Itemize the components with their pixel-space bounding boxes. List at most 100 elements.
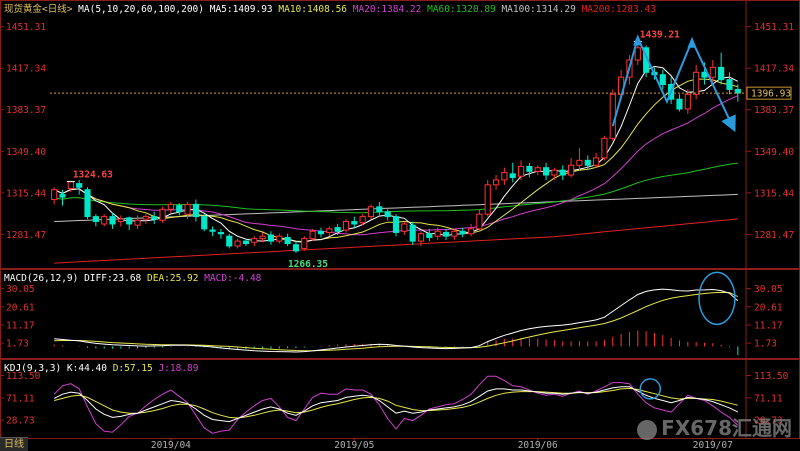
- candle-body-3: [76, 183, 83, 188]
- candle-body-39: [376, 206, 383, 213]
- candle-body-57: [526, 165, 533, 172]
- ytick-label-right-price-5: 1281.47: [754, 230, 794, 241]
- ytick-label-right-macd-3: 1.73: [754, 339, 777, 350]
- candle-body-51: [476, 213, 483, 230]
- candle-body-42: [401, 223, 408, 232]
- candle-body-19: [209, 229, 216, 232]
- ytick-label-left-kdj-2: 28.73: [6, 416, 35, 427]
- candle-body-37: [359, 216, 366, 224]
- candle-body-9: [126, 217, 133, 225]
- ytick-label-right-price-3: 1349.40: [754, 147, 794, 158]
- candle-body-31: [309, 230, 316, 240]
- ytick-label-left-macd-3: 1.73: [6, 339, 29, 350]
- candle-body-79: [709, 66, 716, 78]
- candle-body-17: [192, 203, 199, 218]
- ytick-label-left-price-0: 1451.31: [6, 22, 46, 33]
- candle-body-80: [718, 66, 725, 81]
- candle-body-59: [542, 167, 550, 176]
- ytick-label-right-price-0: 1451.31: [754, 22, 794, 33]
- ytick-label-right-price-2: 1383.37: [754, 105, 794, 116]
- candle-body-65: [593, 157, 600, 166]
- current-price-label: 1396.93: [751, 89, 791, 100]
- ytick-label-left-macd-1: 20.61: [6, 302, 35, 313]
- candle-body-12: [151, 216, 158, 220]
- candle-body-58: [534, 167, 541, 172]
- candle-body-16: [184, 203, 191, 215]
- candle-body-18: [201, 216, 208, 230]
- candle-body-24: [251, 238, 258, 243]
- candle-body-27: [276, 235, 283, 242]
- candle-body-73: [659, 74, 666, 86]
- candle-body-47: [442, 232, 450, 237]
- candle-body-56: [517, 165, 525, 177]
- macd-header: MACD(26,12,9) DIFF:23.68 DEA:25.92 MACD:…: [4, 273, 262, 284]
- macd-header-part-1: DIFF:23.68: [84, 273, 147, 284]
- xtick-label-0: 2019/04: [151, 440, 191, 451]
- annotation-1: 1266.35: [288, 259, 328, 270]
- kdj-header-part-0: KDJ(9,3,3): [4, 363, 67, 374]
- macd-header-part-0: MACD(26,12,9): [4, 273, 84, 284]
- candle-body-50: [467, 228, 475, 235]
- macd-header-part-3: MACD:-4.48: [204, 273, 261, 284]
- candle-body-1: [59, 194, 66, 198]
- candle-body-32: [317, 230, 325, 235]
- kdj-header-part-3: J:18.89: [158, 363, 198, 374]
- candle-body-63: [576, 159, 583, 166]
- candle-body-36: [351, 221, 358, 225]
- ytick-label-left-price-5: 1281.47: [6, 230, 46, 241]
- candle-body-49: [459, 230, 466, 235]
- candle-body-6: [101, 216, 108, 225]
- candle-body-66: [601, 137, 608, 159]
- candle-body-77: [693, 71, 700, 95]
- candle-body-41: [392, 216, 400, 234]
- candle-body-29: [292, 244, 300, 252]
- ytick-label-left-price-1: 1417.34: [6, 64, 46, 75]
- candle-body-4: [84, 189, 91, 218]
- candle-body-46: [434, 230, 441, 237]
- ytick-label-left-price-2: 1383.37: [6, 105, 46, 116]
- candle-body-55: [509, 173, 516, 178]
- ytick-label-right-price-4: 1315.44: [754, 188, 794, 199]
- candle-body-82: [734, 88, 741, 94]
- macd-header-part-2: DEA:25.92: [147, 273, 204, 284]
- price-header-part-0: 现货黄金<日线>: [4, 3, 78, 15]
- price-header-part-1: MA(5,10,20,60,100,200): [78, 4, 210, 15]
- candle-body-76: [684, 93, 691, 110]
- candle-body-10: [134, 219, 141, 226]
- ytick-label-left-price-3: 1349.40: [6, 147, 46, 158]
- candle-body-40: [384, 211, 391, 218]
- xtick-label-2: 2019/06: [518, 440, 558, 451]
- candle-body-81: [726, 79, 733, 90]
- price-header-part-5: MA60:1320.89: [427, 4, 501, 15]
- candle-body-26: [267, 234, 275, 242]
- ytick-label-right-macd-2: 11.17: [754, 320, 783, 331]
- candle-body-25: [259, 235, 266, 240]
- ytick-label-right-kdj-0: 113.50: [754, 371, 789, 382]
- candle-body-54: [501, 172, 508, 181]
- candle-body-75: [676, 98, 683, 110]
- period-tab[interactable]: 日线: [0, 437, 28, 451]
- ytick-label-left-macd-0: 30.05: [6, 284, 35, 295]
- candle-body-5: [92, 216, 99, 223]
- ytick-label-left-macd-2: 11.17: [6, 320, 35, 331]
- candle-body-23: [242, 240, 250, 245]
- price-header-part-4: MA20:1384.22: [353, 4, 427, 15]
- xtick-label-3: 2019/07: [693, 440, 733, 451]
- price-header-part-3: MA10:1408.56: [278, 4, 352, 15]
- candle-body-8: [117, 218, 124, 223]
- candle-body-48: [451, 230, 458, 237]
- candle-body-30: [301, 238, 308, 249]
- candle-body-14: [167, 203, 174, 210]
- candle-body-52: [484, 184, 491, 215]
- ytick-label-right-price-1: 1417.34: [754, 64, 794, 75]
- candle-body-62: [567, 164, 575, 176]
- candle-body-0: [51, 189, 58, 200]
- ytick-label-right-kdj-1: 71.11: [754, 393, 783, 404]
- candle-body-7: [109, 216, 116, 225]
- price-header: 现货黄金<日线> MA(5,10,20,60,100,200) MA5:1409…: [4, 3, 656, 15]
- annotation-0: 1324.63: [73, 170, 113, 181]
- annotation-2: 1439.21: [640, 29, 680, 40]
- candle-body-28: [284, 236, 291, 245]
- candle-body-35: [342, 221, 350, 231]
- kdj-header-part-1: K:44.40: [67, 363, 113, 374]
